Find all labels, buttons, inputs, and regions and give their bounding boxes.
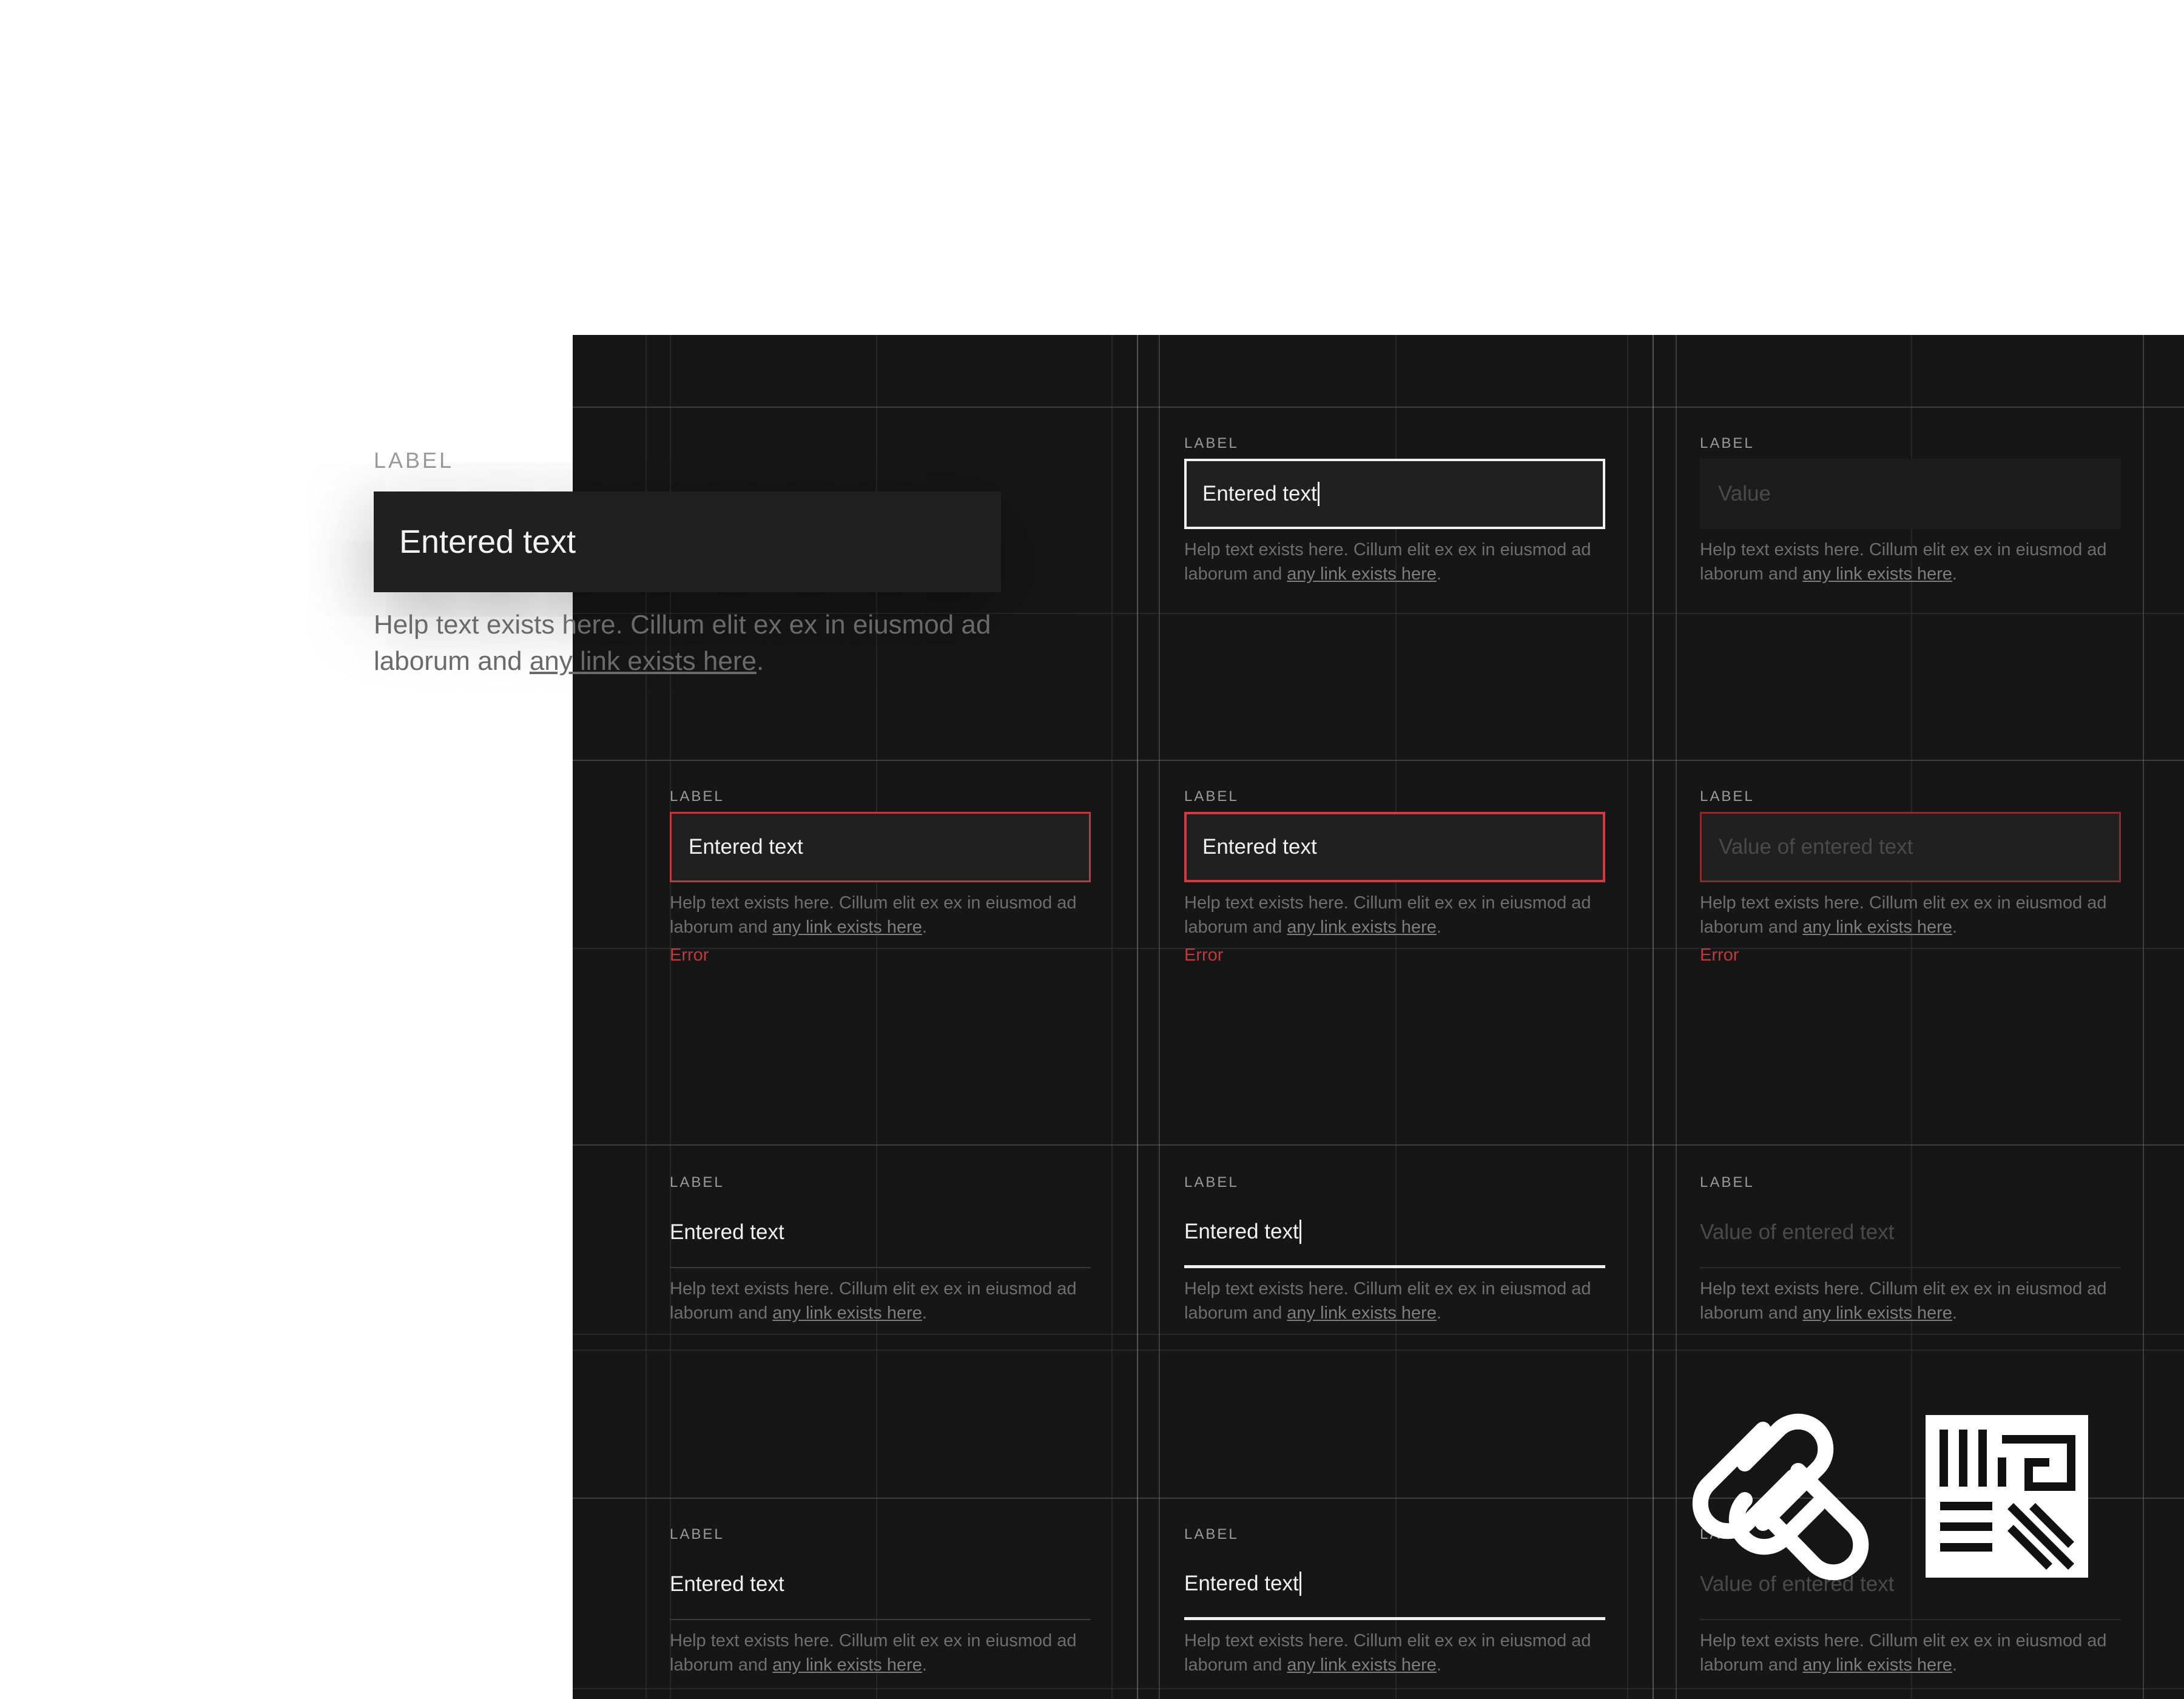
field-label: LABEL [670, 788, 724, 805]
field-label: LABEL [670, 1174, 724, 1191]
help-period: . [1952, 1655, 1957, 1675]
text-input[interactable]: Entered text [1184, 812, 1605, 882]
hero-help-link[interactable]: any link exists here [530, 646, 757, 676]
help-text: Help text exists here. Cillum elit ex ex… [1700, 1277, 2121, 1325]
hero-field-label: LABEL [374, 448, 454, 473]
grid-line [573, 760, 2184, 761]
grid-line [573, 1688, 2184, 1689]
field-label: LABEL [1184, 788, 1239, 805]
grid-line [573, 1144, 2184, 1146]
field-label: LABEL [1184, 435, 1239, 451]
grid-line [2143, 335, 2144, 1699]
field-error: LABEL Entered text Help text exists here… [670, 788, 1091, 965]
help-text: Help text exists here. Cillum elit ex ex… [1184, 1629, 1605, 1677]
input-value: Entered text [670, 1220, 784, 1244]
help-link[interactable]: any link exists here [1287, 1303, 1437, 1323]
help-period: . [922, 1655, 927, 1675]
help-link[interactable]: any link exists here [1802, 1655, 1952, 1675]
help-link[interactable]: any link exists here [772, 917, 922, 937]
text-caret [1299, 1219, 1301, 1244]
text-input[interactable]: Entered text [1184, 459, 1605, 529]
help-period: . [1952, 1303, 1957, 1323]
text-input[interactable]: Entered text [1184, 1198, 1605, 1268]
field-label: LABEL [1184, 1526, 1239, 1542]
help-link[interactable]: any link exists here [1287, 1655, 1437, 1675]
field-focused-error: LABEL Entered text Help text exists here… [1184, 788, 1605, 965]
field-focused: LABEL Entered text Help text exists here… [1184, 434, 1605, 586]
field-label: LABEL [1184, 1174, 1239, 1191]
help-period: . [1436, 564, 1441, 584]
text-caret [1299, 1571, 1301, 1596]
error-message: Error [1700, 945, 1739, 965]
field-label: LABEL [1700, 788, 1754, 805]
help-link[interactable]: any link exists here [1287, 917, 1437, 937]
input-value: Entered text [1184, 1219, 1299, 1243]
field-label: LABEL [670, 1526, 724, 1542]
input-value: Entered text [1184, 1571, 1299, 1595]
hero-input-value: Entered text [399, 524, 576, 560]
help-text: Help text exists here. Cillum elit ex ex… [1700, 538, 2121, 586]
help-link[interactable]: any link exists here [1802, 917, 1952, 937]
text-input[interactable]: Entered text [670, 1550, 1091, 1620]
help-period: . [922, 917, 927, 937]
input-value: Entered text [670, 1572, 784, 1596]
text-input[interactable]: Entered text [670, 812, 1091, 882]
help-period: . [1952, 917, 1957, 937]
grid-line [1653, 335, 1654, 1699]
hero-help-period: . [757, 646, 764, 676]
help-link[interactable]: any link exists here [1287, 564, 1437, 584]
input-value: Value of entered text [1700, 1220, 1895, 1244]
grid-line [1627, 335, 1628, 1699]
error-message: Error [1184, 945, 1224, 965]
field-disabled: LABEL Value Help text exists here. Cillu… [1700, 434, 2121, 586]
grid-line [573, 1349, 2184, 1351]
squarespace-logo-icon [1692, 1413, 1869, 1581]
field-label: LABEL [1700, 1174, 1754, 1191]
input-value: Entered text [1202, 482, 1317, 505]
help-link[interactable]: any link exists here [1802, 1303, 1952, 1323]
help-text: Help text exists here. Cillum elit ex ex… [1184, 538, 1605, 586]
text-input[interactable]: Value of entered text [1700, 1198, 2121, 1268]
text-caret [1317, 482, 1320, 506]
text-input[interactable]: Value [1700, 459, 2121, 529]
input-value: Entered text [1202, 835, 1317, 859]
help-link[interactable]: any link exists here [772, 1303, 922, 1323]
help-period: . [1436, 1303, 1441, 1323]
maze-mark-logo-icon [1926, 1415, 2088, 1578]
hero-text-input[interactable]: Entered text [374, 491, 1001, 592]
hero-help-text: Help text exists here. Cillum elit ex ex… [374, 607, 1041, 680]
field-underline-focused: LABEL Entered text Help text exists here… [1184, 1174, 1605, 1325]
help-link[interactable]: any link exists here [772, 1655, 922, 1675]
help-period: . [1952, 564, 1957, 584]
input-value: Value [1718, 482, 1771, 505]
input-value: Entered text [689, 835, 803, 859]
help-text: Help text exists here. Cillum elit ex ex… [1184, 891, 1605, 939]
text-input[interactable]: Entered text [1184, 1550, 1605, 1620]
help-link[interactable]: any link exists here [1802, 564, 1952, 584]
grid-line [573, 1334, 2184, 1335]
field-underline: LABEL Entered text Help text exists here… [670, 1174, 1091, 1325]
field-underline-disabled: LABEL Value of entered text Help text ex… [1700, 1174, 2121, 1325]
help-text: Help text exists here. Cillum elit ex ex… [1184, 1277, 1605, 1325]
text-input[interactable]: Entered text [670, 1198, 1091, 1268]
input-value: Value of entered text [1719, 835, 1913, 859]
help-period: . [1436, 917, 1441, 937]
field-underline: LABEL Entered text Help text exists here… [670, 1525, 1091, 1677]
help-period: . [922, 1303, 927, 1323]
field-disabled-error: LABEL Value of entered text Help text ex… [1700, 788, 2121, 965]
help-text: Help text exists here. Cillum elit ex ex… [670, 1629, 1091, 1677]
error-message: Error [670, 945, 709, 965]
help-text: Help text exists here. Cillum elit ex ex… [1700, 891, 2121, 939]
field-label: LABEL [1700, 435, 1754, 451]
help-period: . [1436, 1655, 1441, 1675]
grid-line [1137, 335, 1138, 1699]
grid-line [573, 407, 2184, 408]
field-underline-focused: LABEL Entered text Help text exists here… [1184, 1525, 1605, 1677]
help-text: Help text exists here. Cillum elit ex ex… [670, 891, 1091, 939]
text-input[interactable]: Value of entered text [1700, 812, 2121, 882]
grid-line [1111, 335, 1113, 1699]
help-text: Help text exists here. Cillum elit ex ex… [670, 1277, 1091, 1325]
help-text: Help text exists here. Cillum elit ex ex… [1700, 1629, 2121, 1677]
grid-line [1159, 335, 1160, 1699]
